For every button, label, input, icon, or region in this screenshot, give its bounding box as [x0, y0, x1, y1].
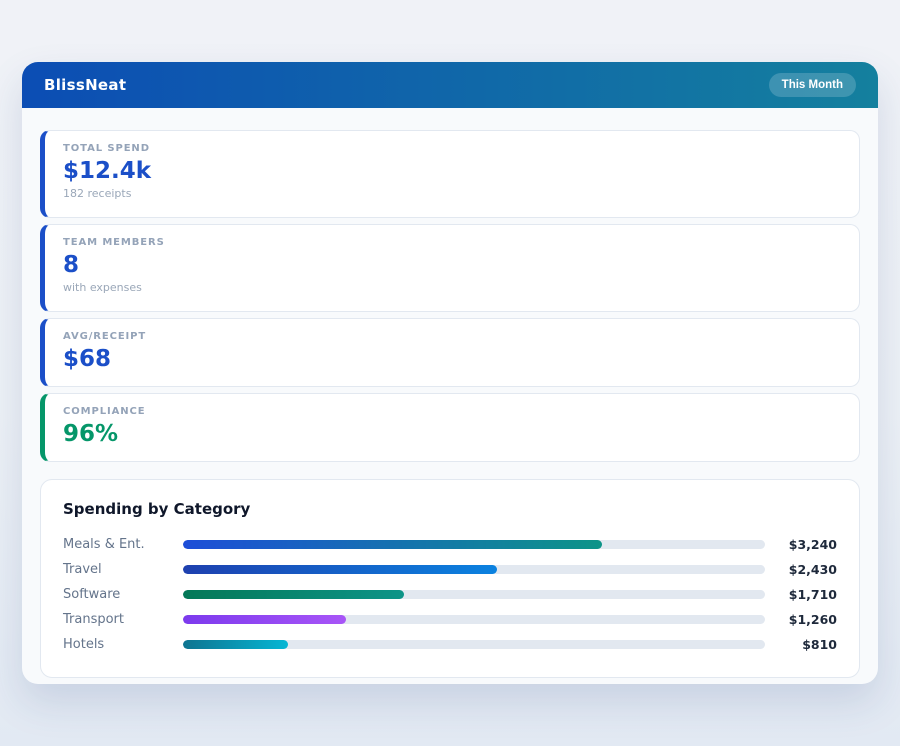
stat-label: AVG/RECEIPT [63, 331, 841, 342]
bar-fill-transport [183, 615, 346, 624]
stat-card-compliance: COMPLIANCE 96% [40, 393, 860, 462]
category-value: $1,710 [765, 587, 837, 602]
stat-label: TOTAL SPEND [63, 143, 841, 154]
app-header: BlissNeat This Month [22, 62, 878, 108]
bar-track [183, 590, 765, 599]
category-label: Hotels [63, 637, 183, 652]
app-brand-title: BlissNeat [44, 76, 126, 94]
category-label: Transport [63, 612, 183, 627]
category-value: $810 [765, 637, 837, 652]
category-row-transport: Transport $1,260 [63, 607, 837, 632]
category-row-travel: Travel $2,430 [63, 557, 837, 582]
bar-fill-travel [183, 565, 497, 574]
category-label: Meals & Ent. [63, 537, 183, 552]
stat-subtext: with expenses [63, 281, 841, 294]
category-row-software: Software $1,710 [63, 582, 837, 607]
stat-label: COMPLIANCE [63, 406, 841, 417]
period-filter-badge[interactable]: This Month [769, 73, 856, 97]
category-value: $2,430 [765, 562, 837, 577]
category-value: $1,260 [765, 612, 837, 627]
stat-card-total-spend: TOTAL SPEND $12.4k 182 receipts [40, 130, 860, 218]
stat-subtext: 182 receipts [63, 187, 841, 200]
bar-fill-meals [183, 540, 602, 549]
dashboard-content: TOTAL SPEND $12.4k 182 receipts TEAM MEM… [22, 108, 878, 684]
bar-track [183, 565, 765, 574]
category-label: Travel [63, 562, 183, 577]
section-title: Spending by Category [63, 500, 837, 518]
stat-card-team-members: TEAM MEMBERS 8 with expenses [40, 224, 860, 312]
stat-value: $12.4k [63, 157, 841, 186]
bar-track [183, 640, 765, 649]
category-row-meals: Meals & Ent. $3,240 [63, 532, 837, 557]
spending-by-category-panel: Spending by Category Meals & Ent. $3,240… [40, 479, 860, 678]
bar-fill-software [183, 590, 404, 599]
category-label: Software [63, 587, 183, 602]
stat-value: 96% [63, 420, 841, 449]
category-row-hotels: Hotels $810 [63, 632, 837, 657]
bar-track [183, 615, 765, 624]
stat-card-avg-receipt: AVG/RECEIPT $68 [40, 318, 860, 387]
bar-fill-hotels [183, 640, 288, 649]
stat-value: 8 [63, 251, 841, 280]
bar-track [183, 540, 765, 549]
dashboard-card: BlissNeat This Month TOTAL SPEND $12.4k … [22, 62, 878, 684]
category-value: $3,240 [765, 537, 837, 552]
stat-value: $68 [63, 345, 841, 374]
stat-label: TEAM MEMBERS [63, 237, 841, 248]
